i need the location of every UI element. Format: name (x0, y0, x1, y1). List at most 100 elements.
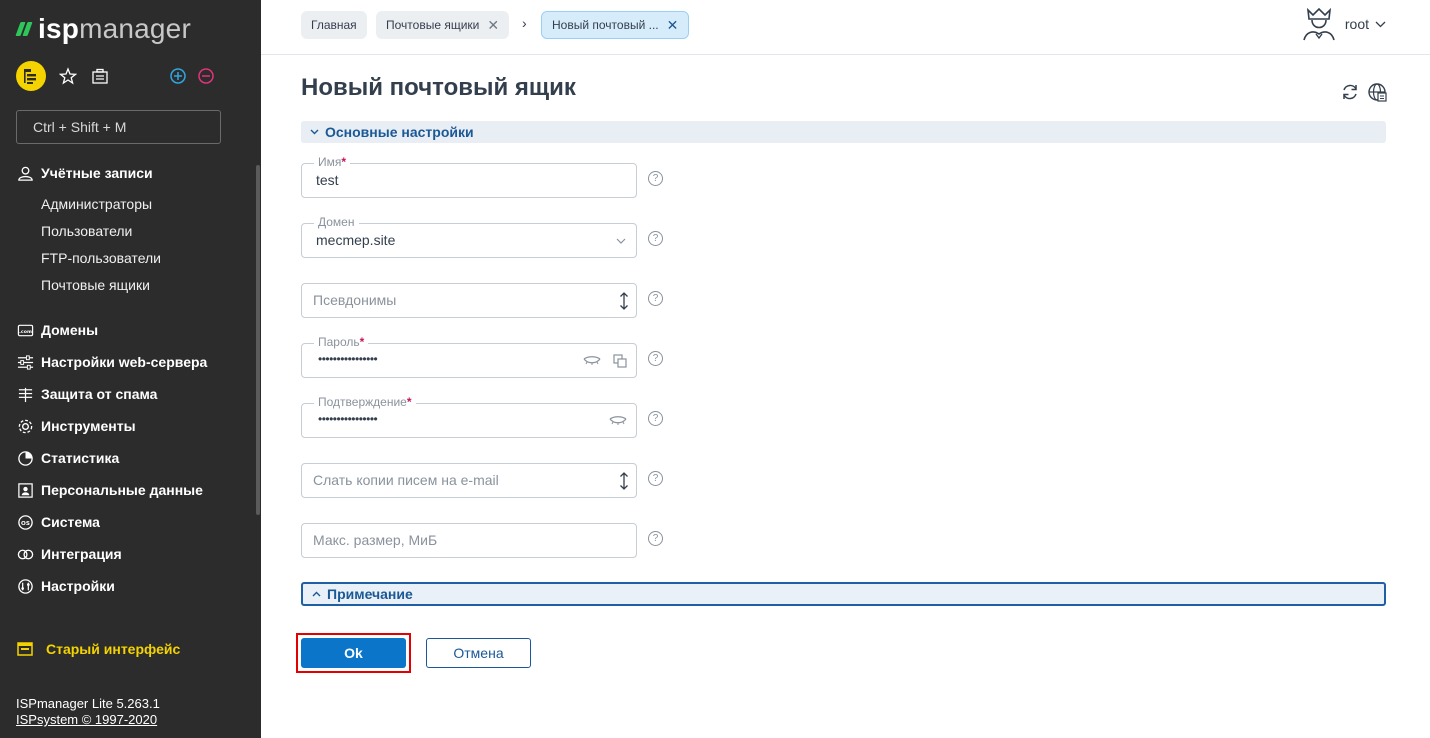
eye-closed-icon[interactable] (608, 412, 628, 430)
os-icon: OS (16, 513, 34, 531)
section-note[interactable]: Примечание (301, 582, 1386, 606)
version-text: ISPmanager Lite 5.263.1 (16, 696, 160, 711)
help-icon[interactable]: ? (648, 231, 663, 246)
sliders-icon (16, 353, 34, 371)
nav-item-mailboxes[interactable]: Почтовые ящики (41, 275, 150, 295)
nav-group-label: Защита от спама (41, 386, 158, 402)
nav-group-label: Система (41, 514, 100, 530)
chevron-down-icon (616, 238, 626, 244)
password-value: •••••••••••••••• (318, 352, 378, 366)
cancel-button[interactable]: Отмена (426, 638, 531, 668)
integration-icon (16, 545, 34, 563)
logo-text-bold: isp (38, 13, 80, 44)
ispmanager-logo[interactable]: ispmanager (15, 13, 191, 44)
password-field[interactable]: Пароль* •••••••••••••••• (301, 335, 637, 378)
forward-copies-field[interactable]: Слать копии писем на e-mail (301, 463, 637, 498)
eye-closed-icon[interactable] (582, 352, 602, 370)
nav-group-label: Учётные записи (41, 165, 153, 181)
nav-group-personal-data[interactable]: Персональные данные (16, 480, 203, 500)
svg-text:.com: .com (19, 329, 32, 334)
page-title: Новый почтовый ящик (301, 74, 576, 101)
forward-placeholder: Слать копии писем на e-mail (313, 472, 499, 488)
settings-icon (16, 577, 34, 595)
logo-text-rest: manager (79, 13, 191, 44)
domain-select[interactable]: Домен mecmep.site (301, 215, 637, 258)
nav-group-integration[interactable]: Интеграция (16, 544, 122, 564)
aliases-placeholder: Псевдонимы (313, 292, 397, 308)
breadcrumb-label: Новый почтовый ... (552, 18, 659, 32)
nav-item-administrators[interactable]: Администраторы (41, 194, 152, 214)
nav-group-tools[interactable]: Инструменты (16, 416, 136, 436)
chevron-down-icon (310, 127, 319, 138)
resize-vertical-icon[interactable] (615, 472, 633, 490)
menu-search-input[interactable]: Ctrl + Shift + M (16, 110, 221, 144)
breadcrumb-mailboxes[interactable]: Почтовые ящики ✕ (376, 11, 510, 39)
name-field[interactable]: Имя* test (301, 155, 637, 198)
breadcrumb-label: Почтовые ящики (386, 18, 480, 32)
domain-icon: .com (16, 321, 34, 339)
nav-group-webserver[interactable]: Настройки web-сервера (16, 352, 207, 372)
help-icon[interactable]: ? (648, 171, 663, 186)
help-icon[interactable]: ? (648, 291, 663, 306)
old-interface-icon (16, 640, 34, 658)
help-icon[interactable]: ? (648, 411, 663, 426)
confirm-value: •••••••••••••••• (318, 412, 378, 426)
nav-group-statistics[interactable]: Статистика (16, 448, 119, 468)
section-main-settings[interactable]: Основные настройки (301, 121, 1386, 143)
old-interface-link[interactable]: Старый интерфейс (16, 640, 180, 658)
help-globe-icon[interactable] (1367, 82, 1387, 102)
nav-group-spam[interactable]: Защита от спама (16, 384, 157, 404)
ok-button[interactable]: Ok (301, 638, 406, 668)
pie-chart-icon (16, 449, 34, 467)
help-icon[interactable]: ? (648, 351, 663, 366)
resize-vertical-icon[interactable] (615, 292, 633, 310)
sidebar-scrollbar[interactable] (256, 165, 260, 515)
expand-all-icon[interactable] (168, 66, 188, 86)
breadcrumb-new-mailbox[interactable]: Новый почтовый ... ✕ (541, 11, 690, 39)
nav-group-accounts[interactable]: Учётные записи (16, 163, 153, 183)
breadcrumb-label: Главная (311, 18, 357, 32)
star-icon[interactable] (58, 66, 78, 86)
nav-group-domains[interactable]: .com Домены (16, 320, 98, 340)
user-menu[interactable]: root (1301, 6, 1386, 42)
nav-group-system[interactable]: OS Система (16, 512, 100, 532)
old-interface-label: Старый интерфейс (46, 641, 181, 657)
nav-group-label: Настройки (41, 578, 115, 594)
password-confirm-field[interactable]: Подтверждение* •••••••••••••••• (301, 395, 637, 438)
copyright-link[interactable]: ISPsystem © 1997-2020 (16, 712, 160, 728)
gear-icon (16, 417, 34, 435)
briefcase-icon[interactable] (90, 66, 110, 86)
collapse-all-icon[interactable] (196, 66, 216, 86)
sidebar: ispmanager Ctrl + Shift + M Учётные запи… (0, 0, 261, 738)
chevron-up-icon (312, 589, 321, 600)
breadcrumb-home[interactable]: Главная (301, 11, 367, 39)
user-name: root (1344, 16, 1369, 32)
personal-data-icon (16, 481, 34, 499)
domain-value: mecmep.site (316, 232, 396, 248)
favorites-menu-icon[interactable] (16, 61, 46, 91)
section-title: Основные настройки (325, 124, 474, 140)
spam-filter-icon (16, 385, 34, 403)
nav-item-users[interactable]: Пользователи (41, 221, 132, 241)
help-icon[interactable]: ? (648, 531, 663, 546)
top-header: Главная Почтовые ящики ✕ › Новый почтовы… (261, 0, 1430, 55)
refresh-icon[interactable] (1340, 82, 1360, 102)
help-icon[interactable]: ? (648, 471, 663, 486)
close-icon[interactable]: ✕ (667, 17, 679, 34)
version-info: ISPmanager Lite 5.263.1 ISPsystem © 1997… (16, 696, 160, 728)
avatar (1303, 7, 1335, 41)
nav-group-label: Статистика (41, 450, 120, 466)
nav-group-label: Инструменты (41, 418, 136, 434)
name-value: test (316, 172, 339, 188)
aliases-field[interactable]: Псевдонимы (301, 283, 637, 318)
required-mark: * (406, 395, 412, 409)
nav-item-ftp-users[interactable]: FTP-пользователи (41, 248, 161, 268)
breadcrumb-separator: › (522, 15, 527, 31)
max-size-field[interactable]: Макс. размер, МиБ (301, 523, 637, 558)
section-title: Примечание (327, 586, 413, 602)
generate-password-icon[interactable] (612, 352, 628, 370)
required-mark: * (341, 155, 347, 169)
nav-group-settings[interactable]: Настройки (16, 576, 115, 596)
max-size-placeholder: Макс. размер, МиБ (313, 532, 438, 548)
close-icon[interactable]: ✕ (487, 17, 499, 34)
